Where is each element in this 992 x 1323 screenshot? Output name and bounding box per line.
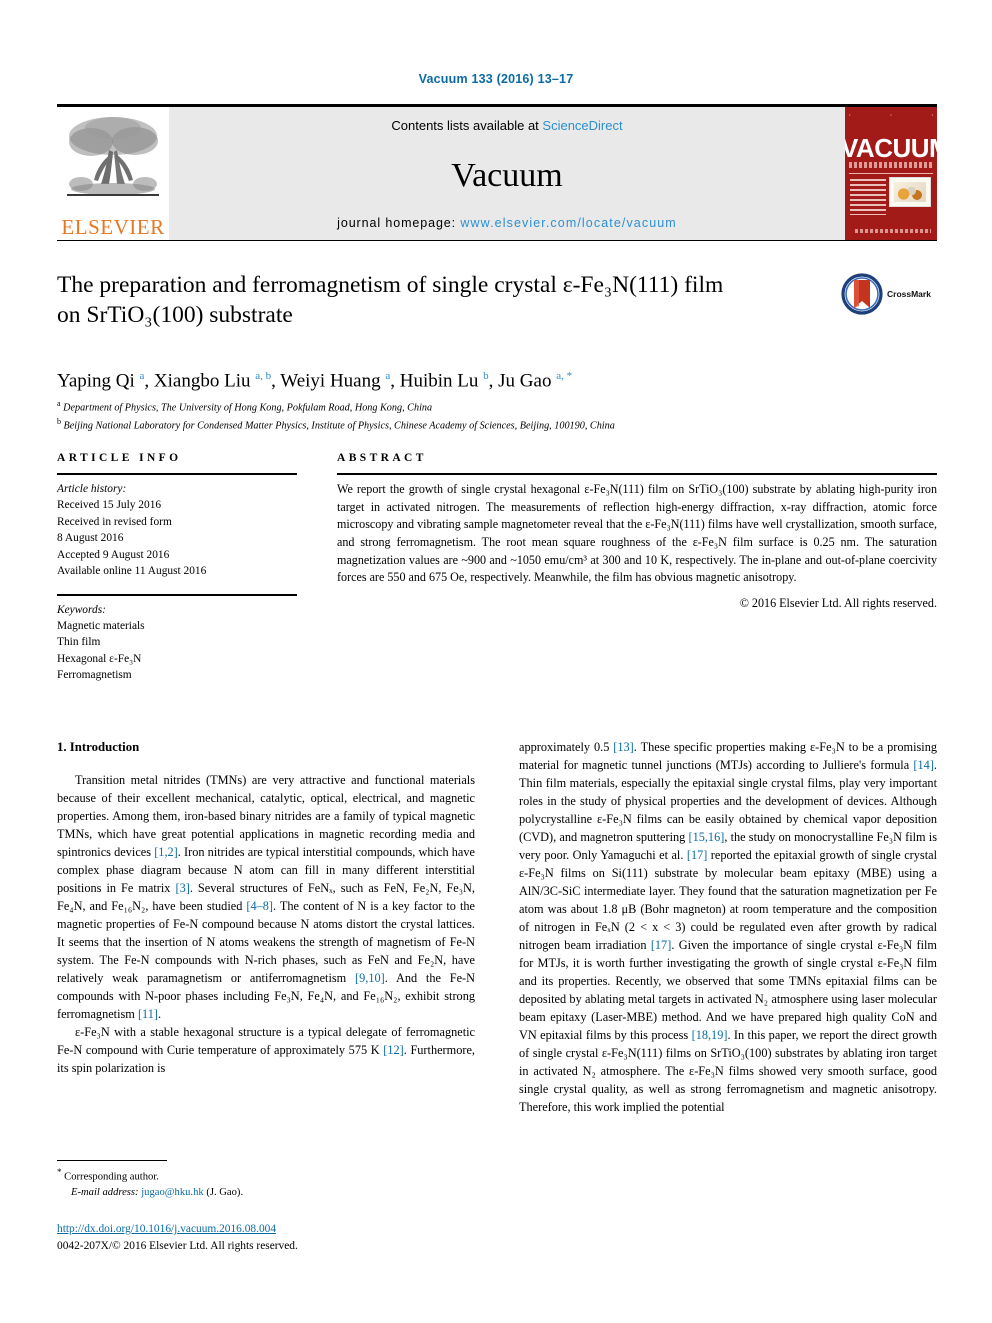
asterisk-icon: * — [57, 1167, 62, 1177]
corresponding-author-text: Corresponding author. — [64, 1171, 159, 1183]
history-item: 8 August 2016 — [57, 532, 124, 545]
cover-wordmark: VACUUM — [845, 133, 937, 163]
abstract-text: We report the growth of single crystal h… — [337, 482, 937, 585]
article-info-rule — [57, 473, 297, 475]
cover-divider — [849, 173, 933, 174]
page-title: The preparation and ferromagnetism of si… — [57, 270, 847, 330]
banner-center: Contents lists available at ScienceDirec… — [169, 107, 845, 240]
title-line-2: on SrTiO₃(100) substrate — [57, 302, 293, 329]
body-column-right: approximately 0.5 [13]. These specific p… — [519, 738, 937, 1116]
journal-banner: ELSEVIER Contents lists available at Sci… — [57, 104, 937, 241]
citation-link[interactable]: [11] — [138, 1007, 158, 1021]
author-affiliation-marker: a, * — [556, 370, 573, 382]
citation-link[interactable]: [4–8] — [246, 899, 273, 913]
keyword-item: Hexagonal ε-Fe₃N — [57, 652, 142, 665]
cover-figure — [889, 177, 931, 207]
affiliation-b: b Beijing National Laboratory for Conden… — [57, 416, 615, 432]
elsevier-wordmark: ELSEVIER — [61, 215, 165, 239]
footnote-rule — [57, 1160, 167, 1161]
affiliation-a: a Department of Physics, The University … — [57, 399, 433, 414]
elsevier-tree-icon — [67, 117, 159, 196]
crossmark-label: CrossMark — [887, 289, 931, 299]
citation-link[interactable]: [1,2] — [154, 845, 178, 859]
journal-cover-thumbnail: ••• VACUUM — [845, 107, 937, 240]
article-info-heading: ARTICLE INFO — [57, 452, 182, 464]
keywords-block: Keywords: Magnetic materials Thin film H… — [57, 602, 297, 684]
banner-bottom-rule — [57, 240, 937, 241]
keyword-item: Ferromagnetism — [57, 669, 132, 682]
crossmark-icon — [841, 273, 883, 315]
cover-top-meta: • • • — [849, 112, 933, 117]
author-affiliation-marker: a — [139, 370, 145, 382]
journal-homepage-link[interactable]: www.elsevier.com/locate/vacuum — [460, 216, 676, 230]
intro-paragraph-3: approximately 0.5 [13]. These specific p… — [519, 740, 938, 1114]
journal-homepage-line: journal homepage: www.elsevier.com/locat… — [337, 216, 677, 230]
keywords-label: Keywords: — [57, 603, 106, 616]
citation-link[interactable]: [13] — [613, 740, 634, 754]
history-item: Received in revised form — [57, 515, 172, 528]
doi-link[interactable]: http://dx.doi.org/10.1016/j.vacuum.2016.… — [57, 1221, 557, 1238]
sciencedirect-link[interactable]: ScienceDirect — [542, 118, 622, 133]
keyword-item: Magnetic materials — [57, 619, 145, 632]
citation-link[interactable]: [17] — [651, 938, 672, 952]
email-note: E-mail address: jugao@hku.hk (J. Gao). — [57, 1185, 475, 1200]
affiliation-a-text: Department of Physics, The University of… — [63, 402, 433, 414]
article-info-column: ARTICLE INFO Article history: Received 1… — [57, 452, 297, 684]
author-list: Yaping Qi a, Xiangbo Liu a, b, Weiyi Hua… — [57, 370, 573, 392]
citation-link[interactable]: [9,10] — [355, 971, 385, 985]
history-item: Accepted 9 August 2016 — [57, 548, 170, 561]
contents-list-line: Contents lists available at ScienceDirec… — [391, 118, 622, 133]
abstract-rule — [337, 473, 937, 475]
body-column-left: 1. Introduction Transition metal nitride… — [57, 738, 475, 1116]
body-columns: 1. Introduction Transition metal nitride… — [57, 738, 937, 1116]
crossmark-badge[interactable]: CrossMark — [841, 272, 937, 316]
citation-link[interactable]: [3] — [175, 881, 189, 895]
info-abstract-row: ARTICLE INFO Article history: Received 1… — [57, 452, 937, 684]
doi-block: http://dx.doi.org/10.1016/j.vacuum.2016.… — [57, 1221, 557, 1255]
article-history-label: Article history: — [57, 483, 127, 495]
abstract-heading: ABSTRACT — [337, 452, 427, 464]
paper-page: Vacuum 133 (2016) 13–17 ELSEVIER Content… — [0, 0, 992, 1323]
abstract-copyright: © 2016 Elsevier Ltd. All rights reserved… — [739, 595, 937, 610]
homepage-prefix: journal homepage: — [337, 216, 461, 230]
citation-link[interactable]: [18,19] — [692, 1028, 728, 1042]
article-history: Article history: Received 15 July 2016 R… — [57, 481, 297, 580]
elsevier-logo: ELSEVIER — [57, 107, 169, 240]
history-item: Received 15 July 2016 — [57, 499, 162, 512]
email-link[interactable]: jugao@hku.hk — [141, 1187, 203, 1198]
author-affiliation-marker: a — [385, 370, 391, 382]
cover-subtitle-bar — [849, 162, 933, 168]
affiliation-b-text: Beijing National Laboratory for Condense… — [63, 420, 615, 432]
intro-paragraph-1: Transition metal nitrides (TMNs) are ver… — [57, 772, 476, 1021]
contents-prefix: Contents lists available at — [391, 118, 543, 133]
citation-link[interactable]: [15,16] — [688, 830, 724, 844]
author-affiliation-marker: a, b — [255, 370, 272, 382]
intro-paragraph-2: ε-Fe₃N with a stable hexagonal structure… — [57, 1024, 475, 1075]
keywords-rule — [57, 593, 297, 596]
corresponding-author-note: * Corresponding author. — [57, 1166, 475, 1185]
cover-footer-bar — [855, 229, 931, 233]
title-line-1: The preparation and ferromagnetism of si… — [57, 272, 724, 298]
journal-title: Vacuum — [451, 156, 563, 194]
section-heading-introduction: 1. Introduction — [57, 740, 140, 754]
running-head: Vacuum 133 (2016) 13–17 — [418, 72, 574, 86]
citation-link[interactable]: [14] — [913, 758, 934, 772]
abstract-column: ABSTRACT We report the growth of single … — [337, 452, 937, 684]
cover-text-block — [850, 179, 886, 215]
issn-copyright: 0042-207X/© 2016 Elsevier Ltd. All right… — [57, 1240, 298, 1253]
citation-link[interactable]: [17] — [687, 848, 708, 862]
history-item: Available online 11 August 2016 — [57, 565, 207, 578]
keyword-item: Thin film — [57, 636, 101, 649]
email-owner: (J. Gao). — [206, 1186, 244, 1198]
title-block: The preparation and ferromagnetism of si… — [57, 270, 937, 330]
affiliation-list: a Department of Physics, The University … — [57, 398, 937, 434]
footnote-block: * Corresponding author. E-mail address: … — [57, 1160, 475, 1200]
author-affiliation-marker: b — [483, 370, 489, 382]
citation-link[interactable]: [12] — [383, 1043, 404, 1057]
email-label: E-mail address: — [71, 1186, 139, 1198]
